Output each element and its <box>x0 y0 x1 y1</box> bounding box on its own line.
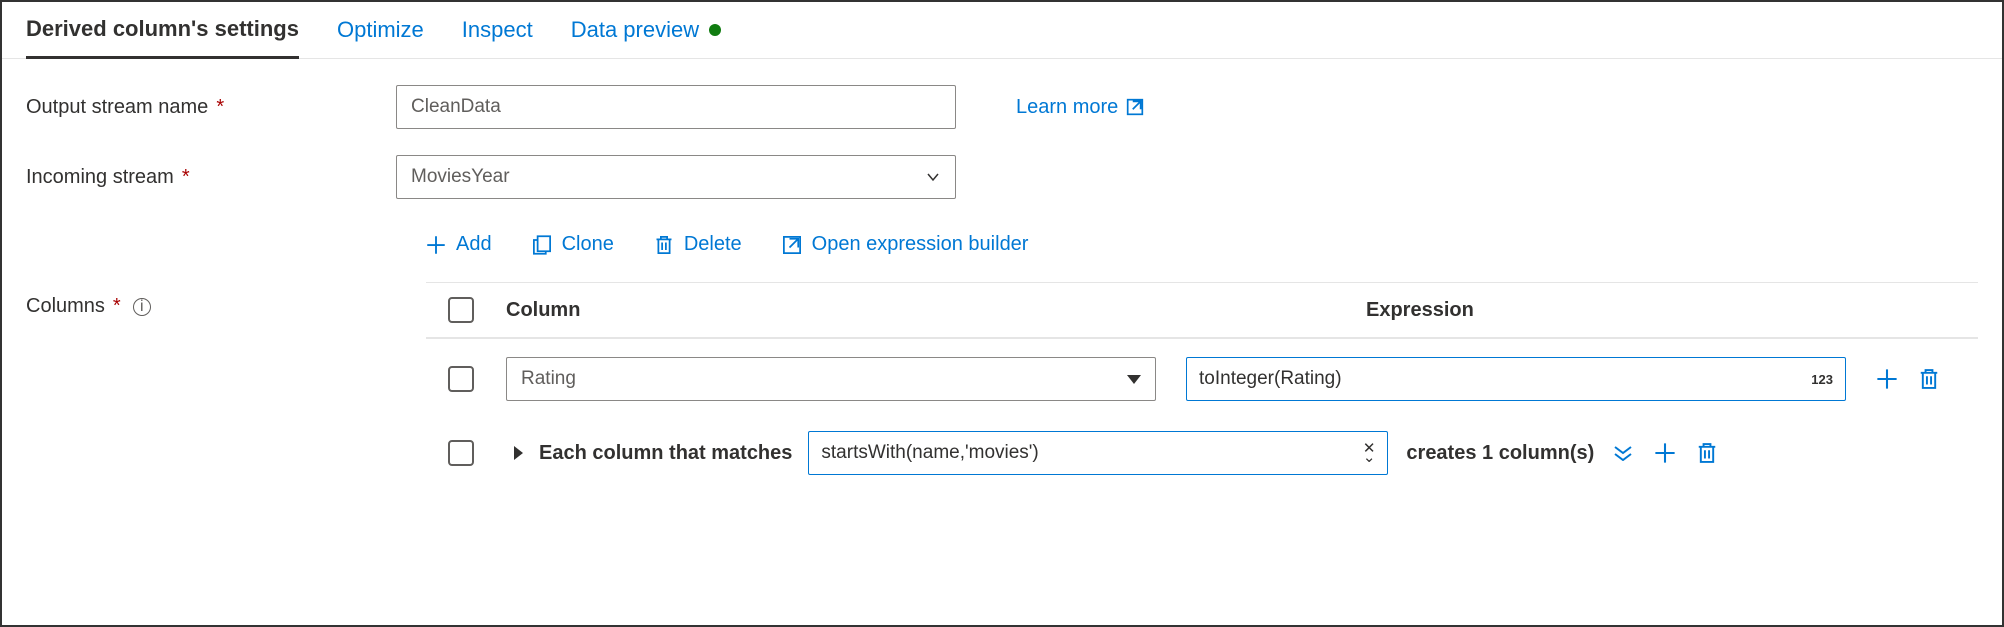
required-marker: * <box>182 166 190 189</box>
trash-icon <box>654 235 674 255</box>
table-row: Rating toInteger(Rating) 123 <box>426 339 1978 419</box>
add-row-icon[interactable] <box>1876 368 1898 390</box>
output-stream-input[interactable] <box>396 85 956 129</box>
row-checkbox[interactable] <box>448 366 474 392</box>
delete-button[interactable]: Delete <box>654 233 742 256</box>
clone-icon <box>532 235 552 255</box>
columns-label: Columns * i <box>26 295 396 318</box>
tab-bar: Derived column's settings Optimize Inspe… <box>2 2 2002 59</box>
open-external-icon <box>1126 98 1144 116</box>
tab-data-preview[interactable]: Data preview <box>571 17 721 57</box>
tab-data-preview-label: Data preview <box>571 17 699 43</box>
required-marker: * <box>216 96 224 119</box>
column-pattern-row: Each column that matches startsWith(name… <box>426 419 1978 487</box>
output-stream-label-text: Output stream name <box>26 96 208 119</box>
column-header: Column <box>496 299 1336 322</box>
pattern-expression-input[interactable]: startsWith(name,'movies') ✕⌄ <box>808 431 1388 475</box>
incoming-stream-label-text: Incoming stream <box>26 166 174 189</box>
learn-more-link[interactable]: Learn more <box>1016 96 1144 119</box>
delete-row-icon[interactable] <box>1696 442 1718 464</box>
incoming-stream-select[interactable]: MoviesYear <box>396 155 956 199</box>
status-indicator-icon <box>709 24 721 36</box>
clone-button[interactable]: Clone <box>532 233 614 256</box>
output-stream-input-field[interactable] <box>411 96 941 118</box>
column-name-value: Rating <box>521 368 576 390</box>
expression-header: Expression <box>1336 299 1978 322</box>
info-icon[interactable]: i <box>133 298 151 316</box>
caret-down-icon <box>1127 375 1141 384</box>
pattern-expression-value: startsWith(name,'movies') <box>821 442 1038 464</box>
row-checkbox[interactable] <box>448 440 474 466</box>
expression-value: toInteger(Rating) <box>1199 368 1342 390</box>
learn-more-text: Learn more <box>1016 96 1118 119</box>
column-name-select[interactable]: Rating <box>506 357 1156 401</box>
add-label: Add <box>456 233 492 256</box>
expression-input[interactable]: toInteger(Rating) 123 <box>1186 357 1846 401</box>
tab-optimize[interactable]: Optimize <box>337 17 424 57</box>
expand-triangle-icon[interactable] <box>514 446 523 460</box>
pattern-suffix-label: creates 1 column(s) <box>1406 442 1594 465</box>
chevron-down-icon <box>925 169 941 185</box>
output-stream-label: Output stream name * <box>26 96 396 119</box>
tab-settings[interactable]: Derived column's settings <box>26 16 299 59</box>
open-expr-label: Open expression builder <box>812 233 1029 256</box>
open-expression-builder-button[interactable]: Open expression builder <box>782 233 1029 256</box>
open-external-icon <box>782 235 802 255</box>
add-button[interactable]: Add <box>426 233 492 256</box>
columns-table-header: Column Expression <box>426 283 1978 338</box>
delete-label: Delete <box>684 233 742 256</box>
tab-inspect[interactable]: Inspect <box>462 17 533 57</box>
add-row-icon[interactable] <box>1654 442 1676 464</box>
pattern-prefix-label: Each column that matches <box>539 442 792 465</box>
required-marker: * <box>113 295 121 318</box>
type-badge: 123 <box>1811 372 1833 387</box>
columns-label-text: Columns <box>26 295 105 318</box>
select-all-checkbox[interactable] <box>448 297 474 323</box>
delete-row-icon[interactable] <box>1918 368 1940 390</box>
double-chevron-down-icon[interactable] <box>1612 445 1634 461</box>
clear-dropdown-icon[interactable]: ✕⌄ <box>1363 444 1376 462</box>
incoming-stream-value: MoviesYear <box>411 166 510 188</box>
columns-toolbar: Add Clone Delete <box>426 225 1978 272</box>
incoming-stream-label: Incoming stream * <box>26 166 396 189</box>
clone-label: Clone <box>562 233 614 256</box>
plus-icon <box>426 235 446 255</box>
